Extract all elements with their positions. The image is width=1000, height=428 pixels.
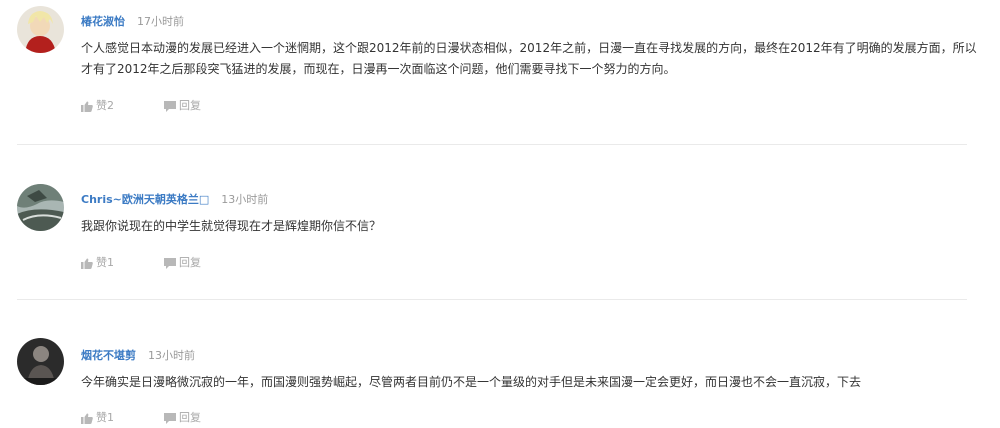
comment-meta: 烟花不堪剪 13小时前 <box>81 346 195 362</box>
speech-bubble-icon <box>164 100 176 112</box>
comment-text: 我跟你说现在的中学生就觉得现在才是辉煌期你信不信？ <box>81 219 382 233</box>
thumbs-up-icon <box>81 101 93 112</box>
like-button[interactable]: 赞1 <box>81 256 114 270</box>
avatar[interactable] <box>17 184 64 231</box>
username[interactable]: Chris~欧洲天朝英格兰□ <box>81 193 209 206</box>
like-button[interactable]: 赞1 <box>81 411 114 425</box>
avatar[interactable] <box>17 6 64 53</box>
reply-label: 回复 <box>179 99 201 112</box>
avatar-image <box>17 6 64 53</box>
reply-button[interactable]: 回复 <box>164 411 201 425</box>
speech-bubble-icon <box>164 412 176 424</box>
divider <box>17 299 967 300</box>
comment-actions: 赞2 回复 <box>81 99 201 113</box>
like-count: 赞1 <box>96 411 114 424</box>
timestamp: 17小时前 <box>137 15 184 28</box>
reply-button[interactable]: 回复 <box>164 256 201 270</box>
divider <box>17 144 967 145</box>
like-button[interactable]: 赞2 <box>81 99 114 113</box>
thumbs-up-icon <box>81 413 93 424</box>
like-count: 赞2 <box>96 99 114 112</box>
comment-actions: 赞1 回复 <box>81 411 201 425</box>
comment-actions: 赞1 回复 <box>81 256 201 270</box>
comment-text: 个人感觉日本动漫的发展已经进入一个迷惘期，这个跟2012年前的日漫状态相似，20… <box>81 41 977 76</box>
avatar-image <box>17 338 64 385</box>
timestamp: 13小时前 <box>221 193 269 206</box>
reply-label: 回复 <box>179 256 201 269</box>
comment-text: 今年确实是日漫略微沉寂的一年，而国漫则强势崛起，尽管两者目前仍不是一个量级的对手… <box>81 375 862 389</box>
speech-bubble-icon <box>164 257 176 269</box>
reply-button[interactable]: 回复 <box>164 99 201 113</box>
avatar-image <box>17 184 64 231</box>
username[interactable]: 烟花不堪剪 <box>81 349 136 362</box>
like-count: 赞1 <box>96 256 114 269</box>
comment-meta: 椿花淑怡 17小时前 <box>81 12 184 28</box>
thumbs-up-icon <box>81 258 93 269</box>
reply-label: 回复 <box>179 411 201 424</box>
comment-meta: Chris~欧洲天朝英格兰□ 13小时前 <box>81 190 268 206</box>
username[interactable]: 椿花淑怡 <box>81 15 125 28</box>
timestamp: 13小时前 <box>148 349 195 362</box>
avatar[interactable] <box>17 338 64 385</box>
